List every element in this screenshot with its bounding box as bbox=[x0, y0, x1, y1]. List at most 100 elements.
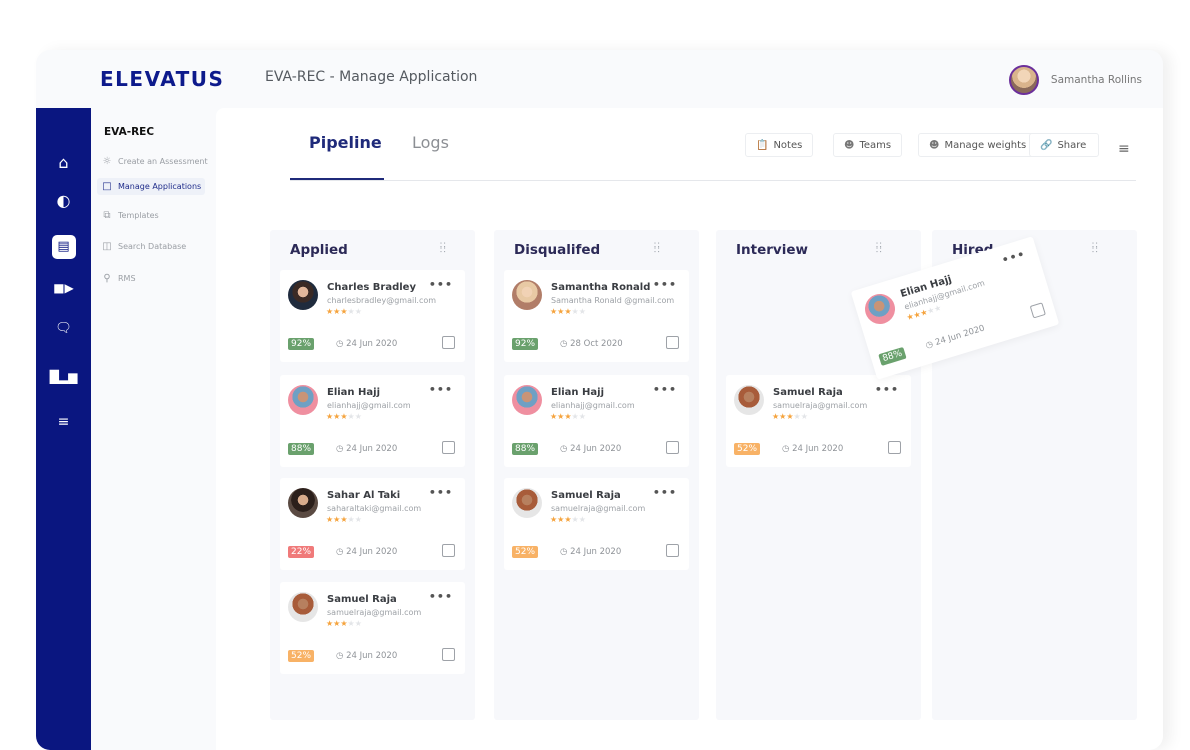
star-icon: ★ bbox=[571, 307, 579, 316]
candidate-name[interactable]: Samuel Raja bbox=[551, 490, 621, 501]
candidate-name[interactable]: Samantha Ronald bbox=[551, 282, 650, 293]
contrast-icon[interactable]: ◐ bbox=[36, 191, 91, 211]
select-checkbox[interactable] bbox=[1029, 302, 1046, 319]
pipeline-column: Applied ∷ ∷ Charles Bradley charlesbradley@… bbox=[270, 230, 475, 720]
candidate-email: samuelraja@gmail.com bbox=[773, 401, 868, 410]
video-icon[interactable]: ■▶ bbox=[36, 278, 91, 298]
select-checkbox[interactable] bbox=[666, 336, 679, 349]
more-options-icon[interactable]: ••• bbox=[429, 278, 453, 291]
star-rating: ★★★★★ bbox=[326, 307, 362, 316]
match-score-badge: 52% bbox=[288, 650, 315, 662]
user-menu[interactable]: Samantha Rollins bbox=[1008, 65, 1142, 95]
star-icon: ★ bbox=[347, 412, 355, 421]
candidate-card[interactable]: Elian Hajj elianhajj@gmail.com ★★★★★ ••• 88%… bbox=[280, 375, 465, 467]
candidate-email: elianhajj@gmail.com bbox=[551, 401, 635, 410]
applied-date: ◷ 24 Jun 2020 bbox=[336, 547, 398, 557]
more-options-icon[interactable]: ••• bbox=[1000, 247, 1027, 266]
drag-handle-icon[interactable]: ∷ ∷ bbox=[876, 242, 886, 256]
star-rating: ★★★★★ bbox=[326, 412, 362, 421]
manage-weights-label: Manage weights bbox=[944, 139, 1027, 151]
candidate-name[interactable]: Samuel Raja bbox=[327, 594, 397, 605]
candidate-card[interactable]: Elian Hajj elianhajj@gmail.com ★★★★★ ••• 88%… bbox=[504, 375, 689, 467]
star-icon: ★ bbox=[578, 307, 586, 316]
icon-rail: ⌂ ◐ ▤ ■▶ 🗨 █▂▆ ≡ bbox=[36, 108, 91, 750]
tab-pipeline[interactable]: Pipeline bbox=[309, 133, 382, 152]
match-score-badge: 52% bbox=[734, 443, 761, 455]
candidate-card[interactable]: Samuel Raja samuelraja@gmail.com ★★★★★ ••• 5… bbox=[726, 375, 911, 467]
subnav-item-manage-applications[interactable]: □ Manage Applications bbox=[97, 178, 206, 195]
select-checkbox[interactable] bbox=[666, 441, 679, 454]
select-checkbox[interactable] bbox=[888, 441, 901, 454]
select-checkbox[interactable] bbox=[442, 336, 455, 349]
lightbulb-icon: ☼ bbox=[102, 156, 112, 167]
candidate-card[interactable]: Samuel Raja samuelraja@gmail.com ★★★★★ ••• 5… bbox=[504, 478, 689, 570]
applied-date: ◷ 24 Jun 2020 bbox=[336, 339, 398, 349]
match-score-badge: 92% bbox=[512, 338, 539, 350]
filter-sliders-icon[interactable]: ≡ bbox=[1118, 141, 1130, 157]
folder-icon: □ bbox=[102, 181, 112, 192]
select-checkbox[interactable] bbox=[442, 441, 455, 454]
share-button[interactable]: 🔗 Share bbox=[1029, 133, 1099, 157]
more-options-icon[interactable]: ••• bbox=[875, 383, 899, 396]
tab-logs[interactable]: Logs bbox=[412, 133, 449, 152]
candidate-name[interactable]: Charles Bradley bbox=[327, 282, 416, 293]
subnav-item-rms[interactable]: ⚲ RMS bbox=[101, 273, 135, 284]
more-options-icon[interactable]: ••• bbox=[429, 383, 453, 396]
subnav-item-create-assessment[interactable]: ☼ Create an Assessment bbox=[101, 156, 208, 167]
tabs-divider bbox=[290, 180, 1136, 181]
subnav-item-search-database[interactable]: ◫ Search Database bbox=[101, 241, 186, 252]
document-search-icon: ⚲ bbox=[103, 273, 111, 284]
match-score-badge: 88% bbox=[878, 346, 907, 366]
more-options-icon[interactable]: ••• bbox=[429, 590, 453, 603]
star-icon: ★ bbox=[578, 515, 586, 524]
team-icon: ☻ bbox=[844, 139, 855, 151]
select-checkbox[interactable] bbox=[666, 544, 679, 557]
star-rating: ★★★★★ bbox=[326, 619, 362, 628]
more-options-icon[interactable]: ••• bbox=[429, 486, 453, 499]
user-name[interactable]: Samantha Rollins bbox=[1051, 74, 1142, 86]
chat-icon[interactable]: 🗨 bbox=[36, 319, 91, 339]
sliders-icon[interactable]: ≡ bbox=[36, 412, 91, 432]
drag-handle-icon[interactable]: ∷ ∷ bbox=[1092, 242, 1102, 256]
match-score-badge: 88% bbox=[288, 443, 315, 455]
subnav-title: EVA-REC bbox=[104, 126, 155, 138]
more-options-icon[interactable]: ••• bbox=[653, 383, 677, 396]
home-icon[interactable]: ⌂ bbox=[36, 153, 91, 173]
candidate-card[interactable]: Sahar Al Taki saharaltaki@gmail.com ★★★★★ •… bbox=[280, 478, 465, 570]
notes-button[interactable]: 📋 Notes bbox=[745, 133, 814, 157]
star-icon: ★ bbox=[347, 307, 355, 316]
subnav-item-label: Search Database bbox=[118, 242, 187, 251]
notes-label: Notes bbox=[773, 139, 803, 151]
drag-handle-icon[interactable]: ∷ ∷ bbox=[440, 242, 450, 256]
candidate-name[interactable]: Sahar Al Taki bbox=[327, 490, 400, 501]
subnav-item-templates[interactable]: ⧉ Templates bbox=[101, 210, 158, 221]
column-title: Interview bbox=[736, 242, 808, 258]
candidate-name[interactable]: Samuel Raja bbox=[773, 387, 843, 398]
select-checkbox[interactable] bbox=[442, 544, 455, 557]
candidate-name[interactable]: Elian Hajj bbox=[327, 387, 380, 398]
star-icon: ★ bbox=[564, 412, 572, 421]
candidate-card[interactable]: Samuel Raja samuelraja@gmail.com ★★★★★ ••• 5… bbox=[280, 582, 465, 674]
drag-handle-icon[interactable]: ∷ ∷ bbox=[654, 242, 664, 256]
chart-icon[interactable]: █▂▆ bbox=[36, 367, 91, 387]
briefcase-icon[interactable]: ▤ bbox=[36, 235, 91, 259]
subnav-item-label: Manage Applications bbox=[118, 182, 202, 191]
user-avatar[interactable] bbox=[1008, 65, 1039, 95]
more-options-icon[interactable]: ••• bbox=[653, 278, 677, 291]
star-icon: ★ bbox=[347, 619, 355, 628]
star-icon: ★ bbox=[564, 515, 572, 524]
candidate-card[interactable]: Samantha Ronald Samantha Ronald @gmail.co… bbox=[504, 270, 689, 362]
teams-button[interactable]: ☻ Teams bbox=[833, 133, 903, 157]
more-options-icon[interactable]: ••• bbox=[653, 486, 677, 499]
candidate-card[interactable]: Charles Bradley charlesbradley@gmail.com ★… bbox=[280, 270, 465, 362]
star-icon: ★ bbox=[354, 412, 362, 421]
notes-icon: 📋 bbox=[756, 139, 769, 151]
elevatus-logo[interactable]: ELEVATUS bbox=[100, 67, 224, 91]
star-rating: ★★★★★ bbox=[550, 307, 586, 316]
candidate-email: charlesbradley@gmail.com bbox=[327, 296, 437, 305]
match-score-badge: 88% bbox=[512, 443, 539, 455]
select-checkbox[interactable] bbox=[442, 648, 455, 661]
applied-date: ◷ 24 Jun 2020 bbox=[924, 323, 986, 351]
manage-weights-button[interactable]: ☻ Manage weights bbox=[918, 133, 1038, 157]
candidate-name[interactable]: Elian Hajj bbox=[551, 387, 604, 398]
